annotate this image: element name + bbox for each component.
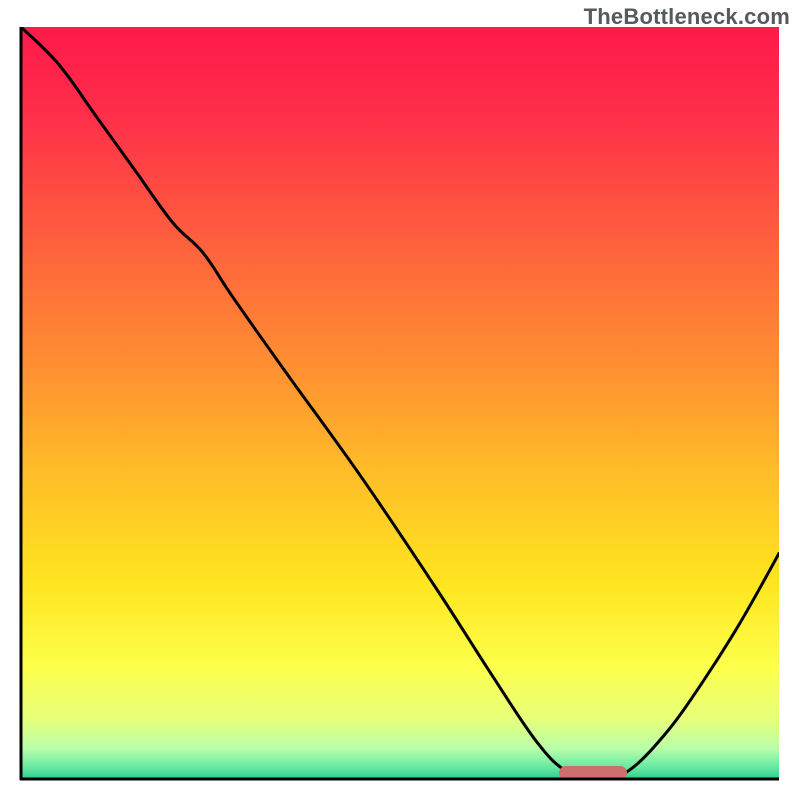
chart-container: TheBottleneck.com: [0, 0, 800, 800]
watermark-text: TheBottleneck.com: [584, 4, 790, 30]
bottleneck-curve: [21, 27, 779, 779]
optimal-range-indicator: [559, 766, 627, 779]
plot-area: [21, 27, 779, 779]
